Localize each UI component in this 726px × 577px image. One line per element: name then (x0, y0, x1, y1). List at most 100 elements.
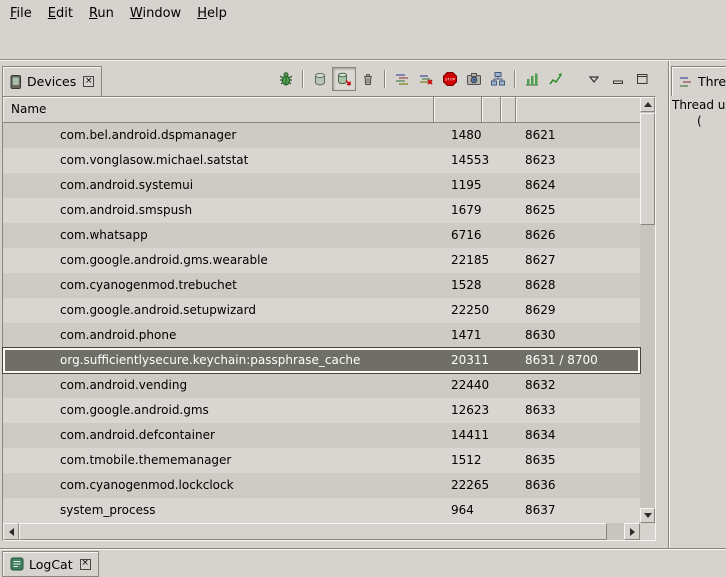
process-port: 8628 (525, 273, 556, 298)
device-row[interactable]: com.google.android.setupwizard222508629 (3, 298, 640, 323)
stop-process-icon[interactable]: STOP (438, 67, 462, 91)
process-port: 8631 / 8700 (525, 348, 598, 373)
device-row-selected[interactable]: org.sufficientlysecure.keychain:passphra… (3, 348, 640, 373)
tab-logcat[interactable]: LogCat (2, 551, 99, 577)
process-pid: 1679 (451, 198, 482, 223)
column-divider[interactable] (481, 97, 483, 122)
vertical-scroll-thumb[interactable] (640, 113, 655, 225)
device-rows: com.bel.android.dspmanager14808621com.vo… (3, 123, 640, 523)
process-pid: 22440 (451, 373, 489, 398)
process-port: 8630 (525, 323, 556, 348)
process-pid: 6716 (451, 223, 482, 248)
device-row[interactable]: com.google.android.gms126238633 (3, 398, 640, 423)
column-divider[interactable] (500, 97, 502, 122)
device-row[interactable]: com.bel.android.dspmanager 1480 8621 (3, 123, 640, 148)
maximize-icon[interactable] (630, 67, 654, 91)
process-port: 8629 (525, 298, 556, 323)
menubar: File Edit Run Window Help (0, 0, 726, 27)
process-name: com.tmobile.thememanager (60, 448, 231, 473)
process-port: 8634 (525, 423, 556, 448)
menu-file[interactable]: File (2, 3, 40, 24)
process-pid: 1480 (451, 123, 482, 148)
close-icon[interactable] (83, 76, 94, 87)
device-row[interactable]: com.android.vending224408632 (3, 373, 640, 398)
process-name: com.android.smspush (60, 198, 192, 223)
process-port: 8627 (525, 248, 556, 273)
vertical-scrollbar[interactable] (640, 97, 655, 523)
process-pid: 14411 (451, 423, 489, 448)
process-pid: 1512 (451, 448, 482, 473)
update-threads-icon[interactable] (390, 67, 414, 91)
debug-icon[interactable] (274, 67, 298, 91)
heap-columns-icon[interactable] (520, 67, 544, 91)
device-row[interactable]: com.cyanogenmod.trebuchet 1528 8628 (3, 273, 640, 298)
device-row[interactable]: com.cyanogenmod.lockclock222658636 (3, 473, 640, 498)
update-heap-icon[interactable] (308, 67, 332, 91)
process-port: 8623 (525, 148, 556, 173)
dump-hprof-icon[interactable] (332, 67, 356, 91)
threads-panel: Threads Thread up ( (668, 61, 726, 548)
devices-toolbar: STOP (274, 67, 654, 91)
column-divider[interactable] (433, 97, 435, 122)
process-port: 8625 (525, 198, 556, 223)
device-row[interactable]: com.android.systemui11958624 (3, 173, 640, 198)
menu-run[interactable]: Run (81, 3, 122, 24)
process-name: system_process (60, 498, 156, 523)
horizontal-scrollbar[interactable] (3, 523, 640, 540)
menu-edit[interactable]: Edit (40, 3, 81, 24)
column-header-name[interactable]: Name (3, 97, 46, 122)
scroll-left-button[interactable] (3, 523, 19, 540)
process-name: com.bel.android.dspmanager (60, 123, 236, 148)
toolbar-separator (384, 70, 386, 88)
toolbar-separator (514, 70, 516, 88)
minimize-icon[interactable] (606, 67, 630, 91)
panel-sash[interactable] (658, 61, 668, 548)
device-row[interactable]: com.android.phone14718630 (3, 323, 640, 348)
device-row[interactable]: com.google.android.gms.wearable221858627 (3, 248, 640, 273)
devices-panel-header: Devices (0, 61, 658, 96)
method-profiling-icon[interactable] (414, 67, 438, 91)
process-name: com.vonglasow.michael.satstat (60, 148, 248, 173)
device-row[interactable]: com.android.smspush 1679 8625 (3, 198, 640, 223)
cause-gc-icon[interactable] (356, 67, 380, 91)
view-hierarchy-icon[interactable] (486, 67, 510, 91)
tab-devices[interactable]: Devices (2, 66, 102, 96)
tab-threads[interactable]: Threads (671, 66, 726, 96)
process-port: 8624 (525, 173, 556, 198)
device-row[interactable]: com.whatsapp67168626 (3, 223, 640, 248)
device-row[interactable]: system_process9648637 (3, 498, 640, 523)
screen-capture-icon[interactable] (462, 67, 486, 91)
table-header-row: Name (3, 97, 640, 123)
arrow-down-icon (644, 513, 652, 518)
horizontal-scroll-thumb[interactable] (19, 523, 607, 540)
column-divider[interactable] (515, 97, 517, 122)
threads-message-cont: ( (697, 114, 702, 128)
process-port: 8632 (525, 373, 556, 398)
tab-threads-label: Threads (698, 74, 726, 89)
scroll-up-button[interactable] (640, 97, 655, 112)
process-port: 8637 (525, 498, 556, 523)
process-pid: 22265 (451, 473, 489, 498)
close-icon[interactable] (80, 559, 91, 570)
menu-help[interactable]: Help (189, 3, 235, 24)
process-name: com.google.android.gms (60, 398, 209, 423)
thread-graph-icon[interactable] (544, 67, 568, 91)
scroll-down-button[interactable] (640, 508, 655, 523)
svg-text:STOP: STOP (445, 76, 456, 81)
main-toolbar-strip (0, 27, 726, 60)
process-pid: 12623 (451, 398, 489, 423)
process-port: 8621 (525, 123, 556, 148)
menu-window[interactable]: Window (122, 3, 189, 24)
process-pid: 14553 (451, 148, 489, 173)
process-name: com.cyanogenmod.trebuchet (60, 273, 237, 298)
device-row[interactable]: com.vonglasow.michael.satstat 14553 8623 (3, 148, 640, 173)
devices-table: Name com.bel.android.dspmanager14808621c… (2, 96, 656, 541)
view-menu-icon[interactable] (582, 67, 606, 91)
threads-panel-header: Threads (669, 61, 726, 96)
device-row[interactable]: com.android.defcontainer144118634 (3, 423, 640, 448)
process-pid: 1528 (451, 273, 482, 298)
scroll-right-button[interactable] (624, 523, 640, 540)
process-pid: 22250 (451, 298, 489, 323)
device-row[interactable]: com.tmobile.thememanager15128635 (3, 448, 640, 473)
tab-devices-label: Devices (27, 74, 76, 89)
